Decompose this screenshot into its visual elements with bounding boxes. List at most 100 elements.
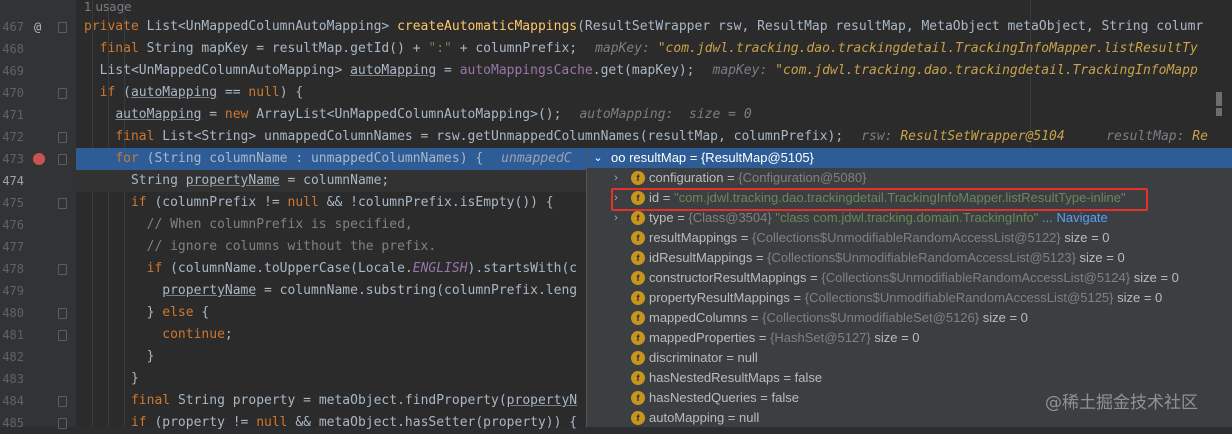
- watermark: @稀土掘金技术社区: [1045, 393, 1198, 413]
- scrollbar-marker[interactable]: [1216, 108, 1222, 116]
- line-number: 485: [2, 416, 24, 430]
- code-text: for (String columnName : unmappedColumnN…: [115, 151, 572, 166]
- chevron-right-icon[interactable]: ›: [611, 168, 621, 188]
- fold-marker-icon[interactable]: [58, 418, 67, 429]
- code-line[interactable]: final List<String> unmappedColumnNames =…: [76, 126, 1232, 148]
- field-value: size = 0: [1079, 250, 1125, 265]
- fold-marker-icon[interactable]: [58, 308, 67, 319]
- fold-marker-icon[interactable]: [58, 88, 67, 99]
- code-line[interactable]: List<UnMappedColumnAutoMapping> autoMapp…: [76, 60, 1232, 82]
- code-text: if (property != null && metaObject.hasSe…: [130, 415, 578, 430]
- gutter-line[interactable]: 469: [0, 60, 76, 82]
- code-text: if (columnPrefix != null && !columnPrefi…: [130, 195, 554, 210]
- gutter-line[interactable]: 484: [0, 390, 76, 412]
- gutter-line[interactable]: 467 @: [0, 16, 76, 38]
- popup-header[interactable]: ⌄ oo resultMap = {ResultMap@5105}: [587, 148, 1232, 168]
- fold-marker-icon[interactable]: [58, 22, 67, 33]
- field-reference: {Class@3504}: [688, 210, 776, 225]
- field-name: autoMapping: [649, 410, 725, 425]
- popup-field-row[interactable]: f discriminator = null: [587, 348, 1232, 368]
- popup-field-row[interactable]: › f type = {Class@3504} "class com.jdwl.tr…: [587, 208, 1232, 228]
- field-icon: f: [631, 271, 645, 285]
- code-text: autoMapping = new ArrayList<UnMappedColu…: [115, 107, 752, 122]
- field-reference: {Collections$UnmodifiableRandomAccessLis…: [767, 250, 1080, 265]
- field-icon: f: [631, 331, 645, 345]
- breakpoint-icon[interactable]: [33, 153, 45, 165]
- line-number: 481: [2, 328, 24, 342]
- field-name: discriminator: [649, 350, 723, 365]
- popup-field-row[interactable]: › f configuration = {Configuration@5080}: [587, 168, 1232, 188]
- gutter-line[interactable]: 476: [0, 214, 76, 236]
- field-name: idResultMappings: [649, 250, 753, 265]
- field-text: autoMapping = null: [649, 410, 760, 425]
- gutter-line[interactable]: 468: [0, 38, 76, 60]
- field-text: propertyResultMappings = {Collections$Un…: [649, 290, 1163, 305]
- fold-marker-icon[interactable]: [58, 396, 67, 407]
- annotation-icon[interactable]: @: [34, 16, 41, 38]
- gutter-line[interactable]: 474: [0, 170, 76, 192]
- field-icon: f: [631, 171, 645, 185]
- code-line[interactable]: final String mapKey = resultMap.getId() …: [76, 38, 1232, 60]
- popup-field-row[interactable]: f mappedProperties = {HashSet@5127} size …: [587, 328, 1232, 348]
- field-name: resultMappings: [649, 230, 738, 245]
- gutter-line[interactable]: 477: [0, 236, 76, 258]
- chevron-down-icon[interactable]: ⌄: [593, 148, 603, 168]
- popup-field-row[interactable]: f propertyResultMappings = {Collections$U…: [587, 288, 1232, 308]
- gutter-line[interactable]: 470: [0, 82, 76, 104]
- fold-marker-icon[interactable]: [58, 154, 67, 165]
- chevron-right-icon[interactable]: ›: [611, 208, 621, 228]
- gutter-line[interactable]: 482: [0, 346, 76, 368]
- code-text: } else {: [84, 305, 210, 320]
- code-text: propertyName = columnName.substring(colu…: [162, 283, 578, 298]
- popup-field-row[interactable]: f mappedColumns = {Collections$Unmodifiab…: [587, 308, 1232, 328]
- fold-marker-icon[interactable]: [58, 132, 67, 143]
- code-text: private List<UnMappedColumnAutoMapping> …: [84, 19, 1204, 34]
- field-name: mappedProperties: [649, 330, 756, 345]
- usage-hint[interactable]: 1 usage: [84, 0, 132, 16]
- navigate-link[interactable]: ... Navigate: [1042, 210, 1108, 225]
- gutter-line[interactable]: 472: [0, 126, 76, 148]
- field-name: hasNestedQueries: [649, 390, 757, 405]
- line-number: 472: [2, 130, 24, 144]
- popup-field-row[interactable]: f idResultMappings = {Collections$Unmodif…: [587, 248, 1232, 268]
- fold-marker-icon[interactable]: [58, 198, 67, 209]
- gutter-line[interactable]: 483: [0, 368, 76, 390]
- gutter-line[interactable]: 471: [0, 104, 76, 126]
- popup-field-row[interactable]: f resultMappings = {Collections$Unmodifia…: [587, 228, 1232, 248]
- code-line[interactable]: if (autoMapping == null) {: [76, 82, 1232, 104]
- code-line[interactable]: autoMapping = new ArrayList<UnMappedColu…: [76, 104, 1232, 126]
- gutter-line[interactable]: 485: [0, 412, 76, 434]
- popup-field-row[interactable]: f hasNestedResultMaps = false: [587, 368, 1232, 388]
- field-reference: {Configuration@5080}: [738, 170, 867, 185]
- line-number: 480: [2, 306, 24, 320]
- field-text: type = {Class@3504} "class com.jdwl.trac…: [649, 210, 1108, 225]
- gutter-line[interactable]: 481: [0, 324, 76, 346]
- field-text: resultMappings = {Collections$Unmodifiab…: [649, 230, 1110, 245]
- field-text: hasNestedQueries = false: [649, 390, 799, 405]
- code-line[interactable]: private List<UnMappedColumnAutoMapping> …: [76, 16, 1232, 38]
- line-number: 469: [2, 64, 24, 78]
- fold-marker-icon[interactable]: [58, 330, 67, 341]
- gutter-line[interactable]: 480: [0, 302, 76, 324]
- field-icon: f: [631, 411, 645, 425]
- field-text: mappedProperties = {HashSet@5127} size =…: [649, 330, 920, 345]
- field-name: configuration: [649, 170, 724, 185]
- gutter-line[interactable]: 479: [0, 280, 76, 302]
- field-value: size = 0: [1064, 230, 1110, 245]
- line-number: 478: [2, 262, 24, 276]
- popup-field-row[interactable]: f constructorResultMappings = {Collection…: [587, 268, 1232, 288]
- field-value: size = 0: [982, 310, 1028, 325]
- code-text: final String property = metaObject.findP…: [130, 393, 578, 408]
- fold-marker-icon[interactable]: [58, 264, 67, 275]
- gutter-line[interactable]: 478: [0, 258, 76, 280]
- code-text: }: [84, 349, 155, 364]
- field-value: null: [739, 410, 760, 425]
- field-icon: f: [631, 231, 645, 245]
- field-text: configuration = {Configuration@5080}: [649, 170, 867, 185]
- line-number: 482: [2, 350, 24, 364]
- gutter-line[interactable]: 473: [0, 148, 76, 170]
- gutter-line[interactable]: 475: [0, 192, 76, 214]
- scrollbar-marker[interactable]: [1216, 92, 1222, 106]
- code-text: if (autoMapping == null) {: [99, 85, 304, 100]
- field-name: propertyResultMappings: [649, 290, 790, 305]
